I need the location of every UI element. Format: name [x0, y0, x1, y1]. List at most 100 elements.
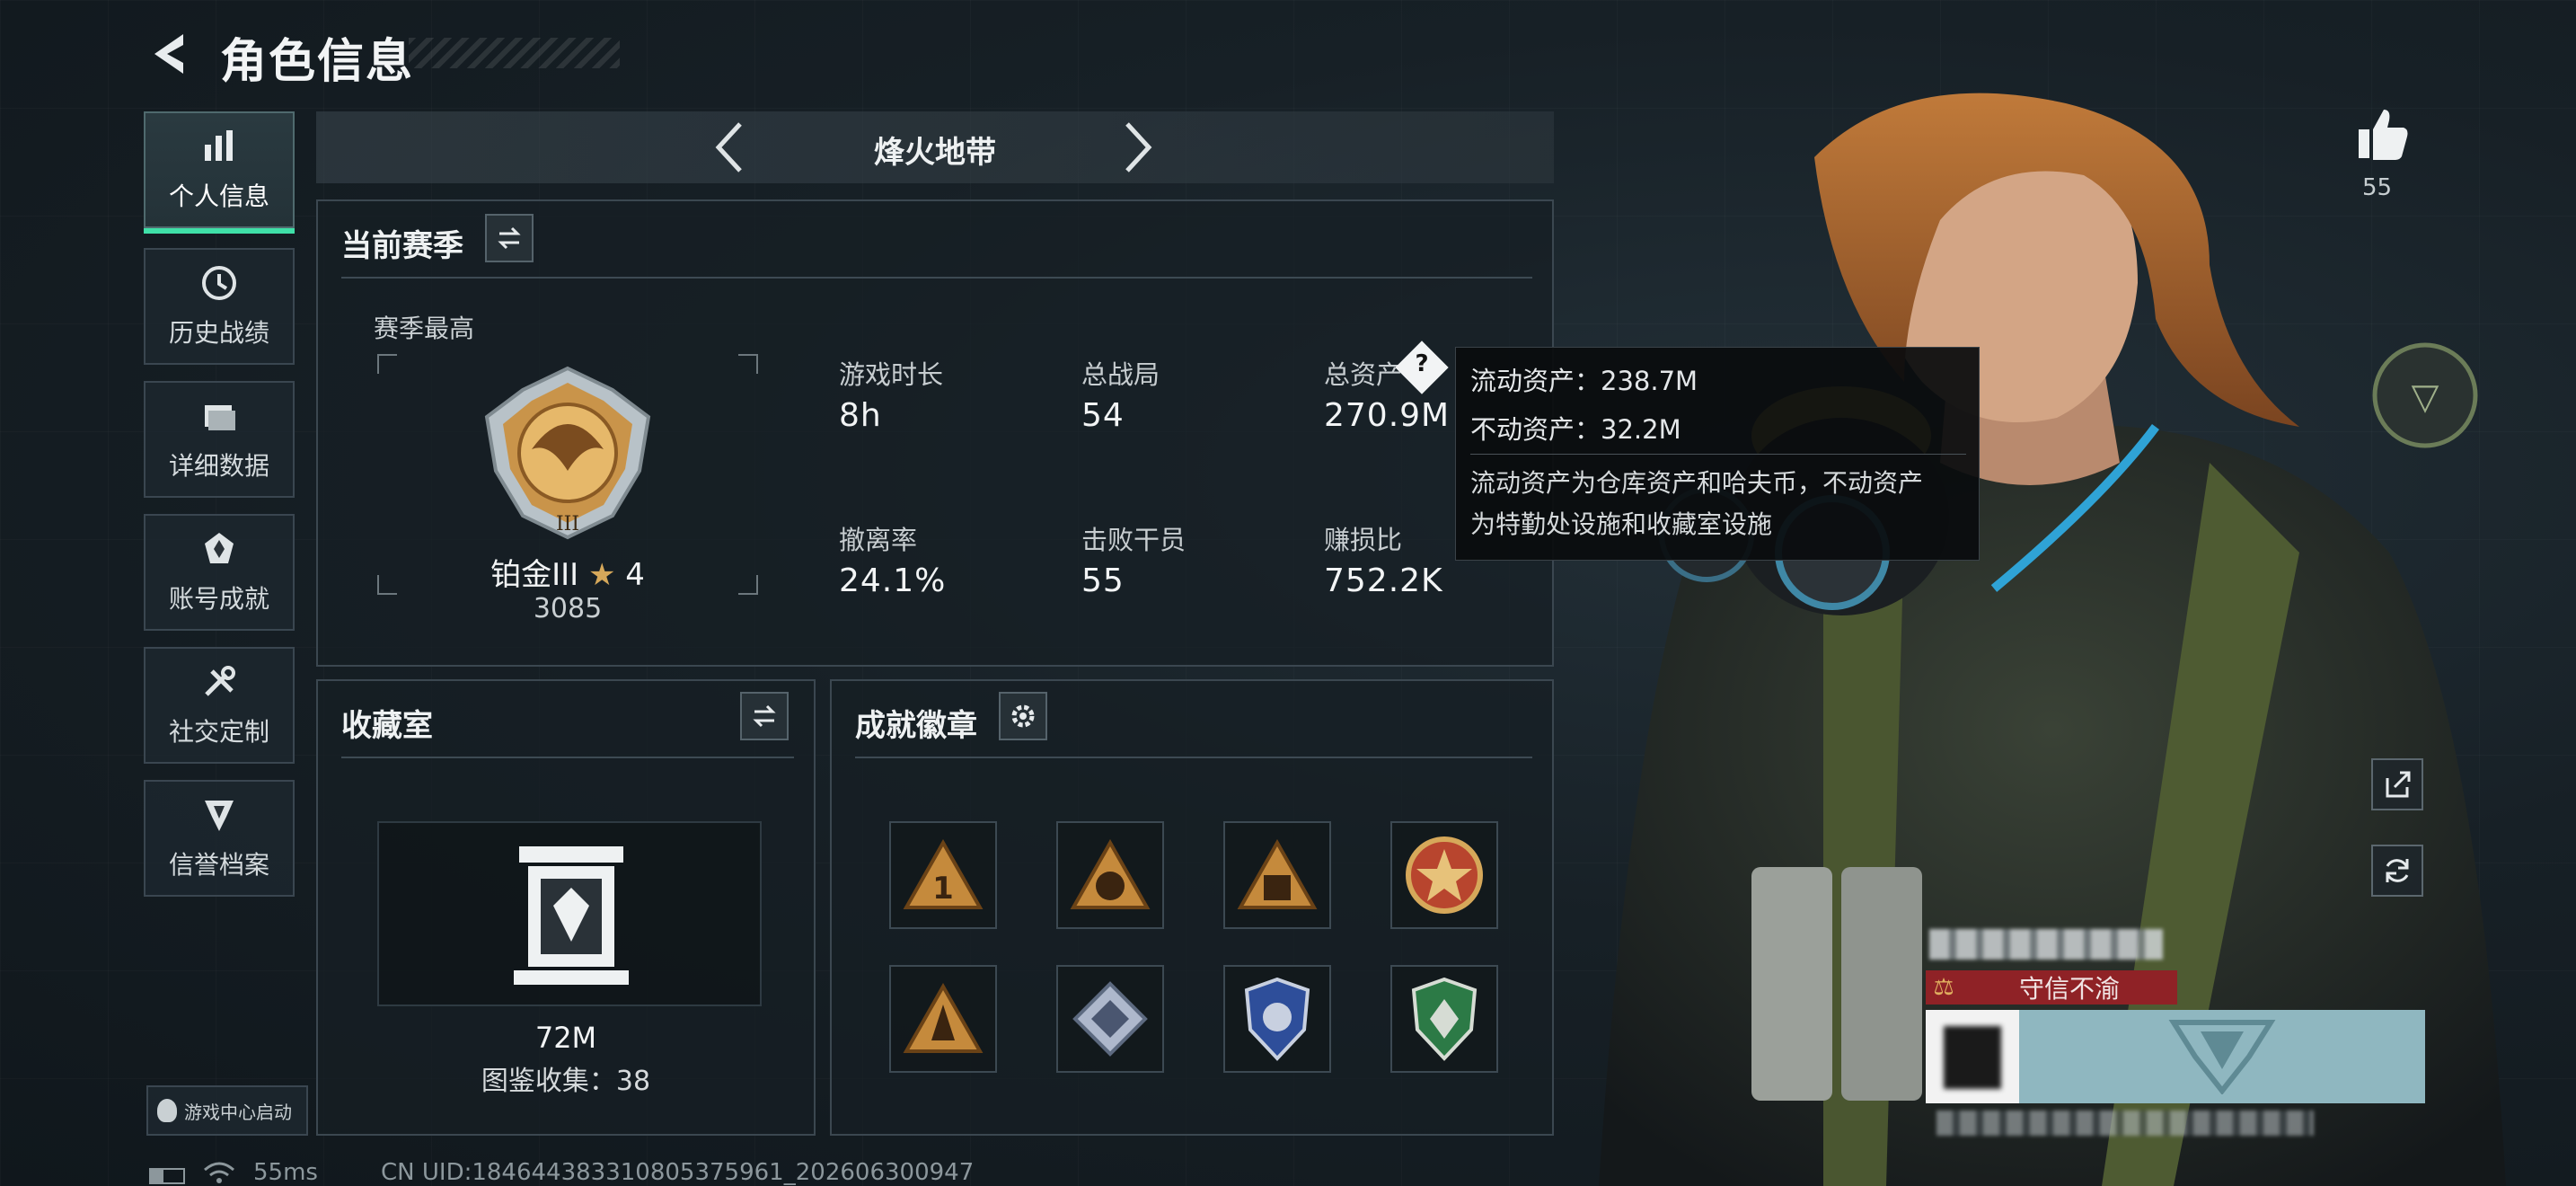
back-arrow-icon[interactable] [144, 27, 198, 81]
refresh-button[interactable] [2371, 845, 2423, 897]
player-avatar [1926, 1010, 2019, 1103]
svg-text:1: 1 [932, 871, 954, 907]
game-center-button[interactable]: 游戏中心启动 [146, 1085, 308, 1136]
tools-icon [205, 666, 235, 696]
svg-text:III: III [556, 513, 579, 535]
stat-value: 8h [839, 397, 882, 434]
uid-text: CN UID:184644383310805375961_20260630094… [381, 1159, 975, 1186]
stat-label: 总资产 [1324, 359, 1403, 390]
sidebar-item-reputation[interactable]: 信誉档案 [144, 780, 295, 897]
badge-7-icon [1244, 977, 1310, 1061]
reputation-banner: ⚖ 守信不渝 [1926, 970, 2177, 1005]
achievement-badge[interactable]: 1 [889, 821, 997, 929]
share-button[interactable] [2371, 758, 2423, 810]
battery-icon [149, 1168, 185, 1184]
season-switch-button[interactable] [485, 214, 534, 262]
next-mode-icon[interactable] [1120, 120, 1156, 174]
like-count: 55 [2362, 174, 2393, 201]
season-title: 当前赛季 [341, 228, 463, 264]
collection-count: 图鉴收集：38 [481, 1066, 651, 1097]
gear-icon [1011, 704, 1035, 728]
scales-icon: ⚖ [1933, 974, 1954, 1001]
mode-tab-title: 烽火地带 [874, 135, 996, 171]
stat-label: 击败干员 [1081, 525, 1187, 555]
bar-chart-icon [205, 130, 233, 161]
rank-name: 铂金III [490, 557, 579, 593]
sidebar-item-label: 社交定制 [168, 717, 269, 747]
thumbs-up-icon[interactable] [2355, 106, 2411, 162]
achievement-badge[interactable] [1390, 965, 1498, 1073]
stat-label: 撤离率 [839, 525, 918, 555]
stat-label: 赚损比 [1324, 525, 1403, 555]
swap-icon [753, 704, 776, 728]
tooltip-desc-2: 为特勤处设施和收藏室设施 [1470, 509, 1773, 539]
sidebar-item-achievements[interactable]: 账号成就 [144, 514, 295, 631]
tooltip-divider [1470, 454, 1966, 455]
sidebar-item-social[interactable]: 社交定制 [144, 647, 295, 764]
achievement-badge[interactable] [1056, 965, 1164, 1073]
divider [341, 757, 794, 758]
badges-panel: 成就徽章 1 [830, 679, 1554, 1136]
collection-switch-button[interactable] [740, 692, 789, 740]
stat-value: 24.1% [839, 562, 947, 599]
assets-tooltip: 流动资产：238.7M 不动资产：32.2M 流动资产为仓库资产和哈夫币，不动资… [1455, 347, 1980, 561]
badge-6-icon [1072, 981, 1148, 1057]
divider [855, 757, 1532, 758]
badge-4-icon [1406, 836, 1483, 914]
reputation-title: 守信不渝 [2018, 974, 2120, 1004]
stat-label: 游戏时长 [839, 359, 944, 390]
season-best-label: 赛季最高 [374, 314, 475, 343]
tooltip-liquid: 流动资产：238.7M [1470, 366, 1698, 396]
achievement-badge[interactable] [1223, 821, 1331, 929]
svg-text:▽: ▽ [2412, 376, 2439, 418]
rank-score: 3085 [533, 593, 603, 624]
sidebar-item-label: 历史战绩 [168, 318, 269, 348]
star-icon: ★ [587, 557, 616, 593]
badge-5-icon [903, 983, 984, 1053]
tooltip-desc-1: 流动资产为仓库资产和哈夫币，不动资产 [1470, 468, 1924, 498]
achievement-badge[interactable] [1223, 965, 1331, 1073]
clock-icon [202, 266, 236, 300]
rank-line: 铂金III ★ 4 [375, 550, 760, 594]
achievement-badge[interactable] [1056, 821, 1164, 929]
stat-value: 54 [1081, 397, 1125, 434]
sidebar-item-details[interactable]: 详细数据 [144, 381, 295, 498]
rank-badge-icon: III [484, 366, 651, 540]
swap-icon [498, 226, 521, 250]
sidebar-item-label: 账号成就 [168, 584, 269, 614]
badge-2-icon [1070, 839, 1151, 909]
achievement-icon [205, 533, 234, 563]
tooltip-fixed: 不动资产：32.2M [1470, 414, 1681, 445]
collection-room-preview[interactable] [377, 821, 762, 1006]
stat-label: 总战局 [1081, 359, 1160, 390]
season-panel: 当前赛季 赛季最高 III 铂金III ★ 4 3085 游戏时长 8h 总战局… [316, 199, 1554, 667]
badge-3-icon [1237, 839, 1318, 909]
collection-panel: 收藏室 72M 图鉴收集：38 [316, 679, 816, 1136]
game-center-label: 游戏中心启动 [184, 1101, 292, 1123]
player-info-blurred [1936, 1111, 2314, 1136]
sidebar-item-label: 详细数据 [168, 451, 269, 481]
player-card-banner[interactable] [1926, 1010, 2425, 1103]
prev-mode-icon[interactable] [711, 120, 747, 174]
sidebar-item-label: 信誉档案 [168, 850, 269, 880]
badge-8-icon [1411, 977, 1478, 1061]
page-title: 角色信息 [220, 35, 415, 89]
wifi-icon [204, 1162, 234, 1183]
achievement-badge[interactable] [1390, 821, 1498, 929]
share-icon [2386, 771, 2411, 798]
sidebar-item-profile[interactable]: 个人信息 [144, 111, 295, 234]
qq-icon [157, 1099, 177, 1122]
collection-title: 收藏室 [341, 708, 433, 744]
shield-icon [205, 801, 234, 831]
sidebar-item-history[interactable]: 历史战绩 [144, 248, 295, 365]
ping-value: 55ms [253, 1159, 318, 1186]
sidebar-item-label: 个人信息 [168, 181, 269, 211]
badges-settings-button[interactable] [999, 692, 1047, 740]
folder-icon [205, 405, 235, 430]
stat-value: 270.9M [1324, 397, 1451, 434]
badges-title: 成就徽章 [855, 708, 977, 744]
divider [341, 277, 1532, 279]
title-decoration [409, 38, 620, 68]
mode-tab-bar: 烽火地带 [316, 111, 1554, 183]
achievement-badge[interactable] [889, 965, 997, 1073]
